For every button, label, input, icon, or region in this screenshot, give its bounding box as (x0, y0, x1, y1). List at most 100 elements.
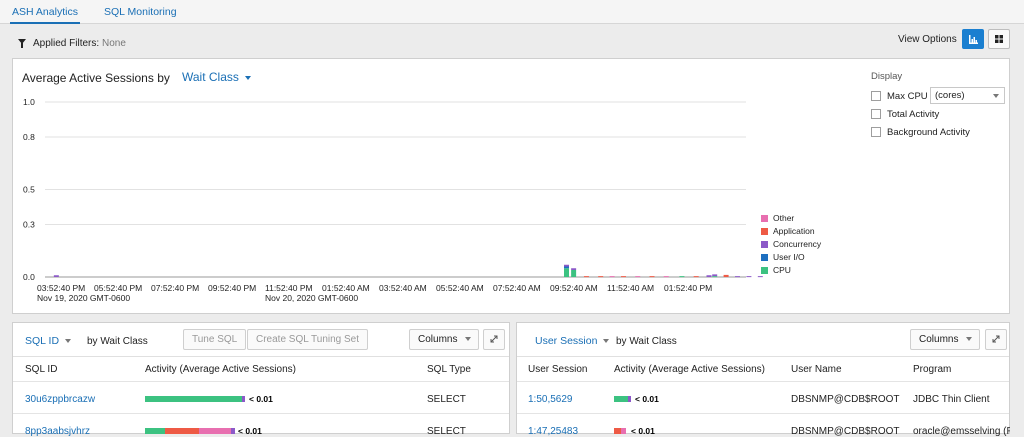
chevron-down-icon (966, 337, 973, 342)
chart-bar (598, 276, 604, 278)
row-divider (13, 413, 509, 414)
session-header-user-name[interactable]: User Name (791, 364, 842, 375)
activity-bar-segment (145, 428, 165, 434)
user-name: DBSNMP@CDB$ROOT (791, 426, 900, 437)
chart-bar (693, 276, 699, 278)
expand-icon (992, 335, 1000, 343)
activity-chart[interactable]: 1.0 0.8 0.5 0.3 0.003:52:40 PM 05:52:40 PM 07:… (13, 59, 1009, 313)
user-session-panel: User Session by Wait Class Columns User … (516, 322, 1019, 437)
session-expand-button[interactable] (985, 329, 1007, 350)
x-tick-label: 01:52:40 AM (322, 283, 370, 293)
session-header-program[interactable]: Program (913, 364, 951, 375)
user-session-link[interactable]: 1:47,25483 (528, 426, 578, 437)
session-columns-label: Columns (919, 334, 959, 345)
x-tick-label: 11:52:40 AM (607, 283, 654, 293)
activity-value: < 0.01 (249, 394, 273, 404)
activity-bar-segment (628, 396, 631, 402)
y-tick-label: 0.3 (23, 220, 35, 230)
user-name: DBSNMP@CDB$ROOT (791, 394, 900, 405)
y-tick-label: 0.5 (23, 185, 35, 195)
user-session-link[interactable]: 1:50,5629 (528, 394, 573, 405)
legend-swatch (761, 267, 768, 274)
y-tick-label: 0.8 (23, 132, 35, 142)
legend-label: Application (773, 226, 815, 236)
activity-bar-segment (614, 396, 629, 402)
legend-swatch (761, 228, 768, 235)
x-tick-label: 01:52:40 PM (664, 283, 712, 293)
chart-bar (679, 276, 685, 278)
sql-columns-label: Columns (418, 334, 458, 345)
activity-value: < 0.01 (238, 426, 262, 436)
grid-icon (995, 35, 1003, 43)
x-date-label: Nov 20, 2020 GMT-0600 (265, 293, 358, 303)
chart-bar (723, 274, 729, 277)
chart-bar (564, 266, 569, 269)
activity-bar (614, 396, 631, 402)
chart-bar (712, 276, 718, 278)
sql-columns-button[interactable]: Columns (409, 329, 479, 350)
tab-sql-monitoring[interactable]: SQL Monitoring (104, 6, 177, 18)
sql-id-link[interactable]: 30u6zppbrcazw (25, 394, 95, 405)
program: JDBC Thin Client (913, 394, 990, 405)
legend-label: User I/O (773, 252, 805, 262)
sql-header-sql-type[interactable]: SQL Type (427, 364, 471, 375)
x-tick-label: 05:52:40 AM (436, 283, 484, 293)
chart-bar (649, 276, 655, 278)
user-session-select[interactable]: User Session (535, 335, 610, 347)
chevron-down-icon (465, 337, 472, 342)
session-panel-toolbar: User Session by Wait Class Columns (517, 323, 1009, 357)
x-date-label: Nov 19, 2020 GMT-0600 (37, 293, 130, 303)
program: oracle@emsselving (P0 (913, 426, 1019, 437)
sql-header-sql-id[interactable]: SQL ID (25, 364, 57, 375)
tune-sql-button[interactable]: Tune SQL (183, 329, 247, 350)
sql-panel-toolbar: SQL ID by Wait Class Tune SQL Create SQL… (13, 323, 509, 357)
activity-bar-segment (242, 396, 245, 402)
applied-filters-value: None (102, 38, 126, 49)
tab-ash-analytics[interactable]: ASH Analytics (10, 6, 80, 24)
header-divider (517, 381, 1009, 382)
session-by-label: by Wait Class (616, 336, 677, 347)
sql-id-select[interactable]: SQL ID (25, 335, 72, 347)
sql-id-select-label: SQL ID (25, 335, 60, 347)
legend-label: CPU (773, 265, 791, 275)
sql-by-label: by Wait Class (87, 336, 148, 347)
sql-type: SELECT (427, 426, 466, 437)
sql-expand-button[interactable] (483, 329, 505, 350)
create-tuning-set-button[interactable]: Create SQL Tuning Set (247, 329, 369, 350)
session-header-activity[interactable]: Activity (Average Active Sessions) (614, 364, 765, 375)
legend-swatch (761, 215, 768, 222)
sql-type: SELECT (427, 394, 466, 405)
activity-bar-segment (198, 428, 232, 434)
chart-bar (571, 268, 577, 270)
chart-bar (583, 276, 589, 278)
chart-bar (712, 274, 718, 277)
sql-header-activity[interactable]: Activity (Average Active Sessions) (145, 364, 296, 375)
page-scrollbar[interactable] (1010, 58, 1024, 434)
chevron-down-icon (65, 339, 72, 344)
activity-bar-segment (164, 428, 199, 434)
chart-bar (706, 275, 712, 277)
x-tick-label: 03:52:40 AM (379, 283, 427, 293)
legend-label: Concurrency (773, 239, 822, 249)
activity-value: < 0.01 (631, 426, 655, 436)
tile-view-button[interactable] (988, 29, 1010, 49)
chart-bar (564, 268, 569, 277)
activity-bar-segment (621, 428, 626, 434)
session-columns-button[interactable]: Columns (910, 329, 980, 350)
session-header-user-session[interactable]: User Session (528, 364, 587, 375)
x-tick-label: 09:52:40 PM (208, 283, 256, 293)
chart-bar (609, 276, 615, 278)
activity-bar-segment (231, 428, 235, 434)
x-tick-label: 07:52:40 AM (493, 283, 541, 293)
chart-bar (635, 276, 641, 278)
chart-bar (663, 276, 669, 278)
sql-id-link[interactable]: 8pp3aabsjvhrz (25, 426, 90, 437)
expand-icon (490, 335, 498, 343)
chart-view-button[interactable] (962, 29, 984, 49)
chart-bar (571, 270, 577, 277)
x-tick-label: 07:52:40 PM (151, 283, 199, 293)
view-options-label: View Options (898, 34, 957, 45)
activity-value: < 0.01 (635, 394, 659, 404)
legend-label: Other (773, 213, 794, 223)
legend-swatch (761, 241, 768, 248)
